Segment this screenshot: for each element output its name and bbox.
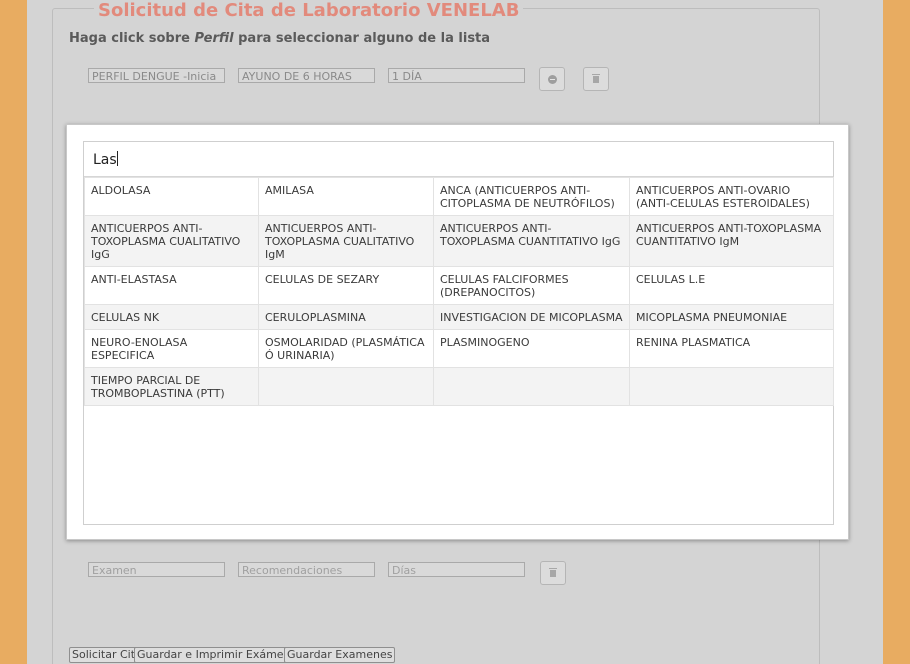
table-row: ANTI-ELASTASA CELULAS DE SEZARY CELULAS FA… xyxy=(84,266,834,305)
exam-option[interactable]: ANCA (ANTICUERPOS ANTI-CITOPLASMA DE NEU… xyxy=(433,177,630,216)
search-value: Las xyxy=(93,152,117,168)
exam-option[interactable]: CELULAS L.E xyxy=(629,266,834,305)
add-icon xyxy=(547,74,557,84)
exam-option[interactable]: NEURO-ENOLASA ESPECIFICA xyxy=(84,329,259,368)
exam-results-grid: ALDOLASA AMILASA ANCA (ANTICUERPOS ANTI-CI… xyxy=(84,177,834,406)
table-row: CELULAS NK CERULOPLASMINA INVESTIGACION DE… xyxy=(84,304,834,330)
exam-option[interactable]: AMILASA xyxy=(258,177,434,216)
dias-field[interactable]: 1 DÍA xyxy=(388,68,525,83)
table-row: ANTICUERPOS ANTI-TOXOPLASMA CUALITATIVO … xyxy=(84,215,834,267)
add-row-button[interactable] xyxy=(539,67,565,91)
exam-picker-panel: Las ALDOLASA AMILASA ANCA (ANTICUERPOS ANT… xyxy=(83,141,834,525)
guardar-examenes-button[interactable]: Guardar Examenes xyxy=(284,647,396,663)
instructions-emphasis: Perfil xyxy=(194,31,234,46)
instructions-pre: Haga click sobre xyxy=(69,31,195,46)
empty-cell xyxy=(433,367,630,406)
exam-option[interactable]: OSMOLARIDAD (PLASMÁTICA Ó URINARIA) xyxy=(258,329,434,368)
exam-picker-dialog: Las ALDOLASA AMILASA ANCA (ANTICUERPOS ANT… xyxy=(66,124,849,540)
exam-option[interactable]: CERULOPLASMINA xyxy=(258,304,434,330)
perfil-field[interactable]: PERFIL DENGUE -Inicia xyxy=(88,68,225,83)
picker-search-input[interactable]: Las xyxy=(84,142,833,177)
exam-option[interactable]: CELULAS DE SEZARY xyxy=(258,266,434,305)
exam-option[interactable]: CELULAS NK xyxy=(84,304,259,330)
text-caret xyxy=(116,151,118,166)
trash-icon xyxy=(549,567,557,577)
trash-icon xyxy=(592,73,600,83)
exam-option[interactable]: ANTICUERPOS ANTI-TOXOPLASMA CUANTITATIVO… xyxy=(433,215,630,267)
recomendacion-field[interactable]: AYUNO DE 6 HORAS xyxy=(238,68,375,83)
dias-exam-field[interactable]: Días xyxy=(388,562,525,577)
instructions-post: para seleccionar alguno de la lista xyxy=(233,31,491,46)
recomendaciones-field[interactable]: Recomendaciones xyxy=(238,562,375,577)
exam-option[interactable]: CELULAS FALCIFORMES (DREPANOCITOS) xyxy=(433,266,630,305)
table-row: NEURO-ENOLASA ESPECIFICA OSMOLARIDAD (PLA… xyxy=(84,329,834,368)
examen-field[interactable]: Examen xyxy=(88,562,225,577)
exam-option[interactable]: ANTICUERPOS ANTI-TOXOPLASMA CUANTITATIVO… xyxy=(629,215,834,267)
exam-option[interactable]: ANTICUERPOS ANTI-OVARIO (ANTI-CELULAS ES… xyxy=(629,177,834,216)
form-title: Solicitud de Cita de Laboratorio VENELAB xyxy=(94,1,524,21)
exam-option[interactable]: INVESTIGACION DE MICOPLASMA xyxy=(433,304,630,330)
table-row: ALDOLASA AMILASA ANCA (ANTICUERPOS ANTI-CI… xyxy=(84,177,834,216)
instructions-text: Haga click sobre Perfil para seleccionar… xyxy=(69,31,490,46)
guardar-imprimir-button[interactable]: Guardar e Imprimir Exámenes xyxy=(134,647,307,663)
exam-option[interactable]: ANTI-ELASTASA xyxy=(84,266,259,305)
delete-exam-button[interactable] xyxy=(540,561,566,585)
exam-option[interactable]: ANTICUERPOS ANTI-TOXOPLASMA CUALITATIVO … xyxy=(258,215,434,267)
exam-option[interactable]: RENINA PLASMATICA xyxy=(629,329,834,368)
exam-option[interactable]: ALDOLASA xyxy=(84,177,259,216)
exam-option[interactable]: MICOPLASMA PNEUMONIAE xyxy=(629,304,834,330)
table-row: TIEMPO PARCIAL DE TROMBOPLASTINA (PTT) xyxy=(84,367,834,406)
exam-option[interactable]: ANTICUERPOS ANTI-TOXOPLASMA CUALITATIVO … xyxy=(84,215,259,267)
empty-cell xyxy=(629,367,834,406)
empty-cell xyxy=(258,367,434,406)
exam-option[interactable]: PLASMINOGENO xyxy=(433,329,630,368)
exam-option[interactable]: TIEMPO PARCIAL DE TROMBOPLASTINA (PTT) xyxy=(84,367,259,406)
delete-row-button[interactable] xyxy=(583,67,609,91)
